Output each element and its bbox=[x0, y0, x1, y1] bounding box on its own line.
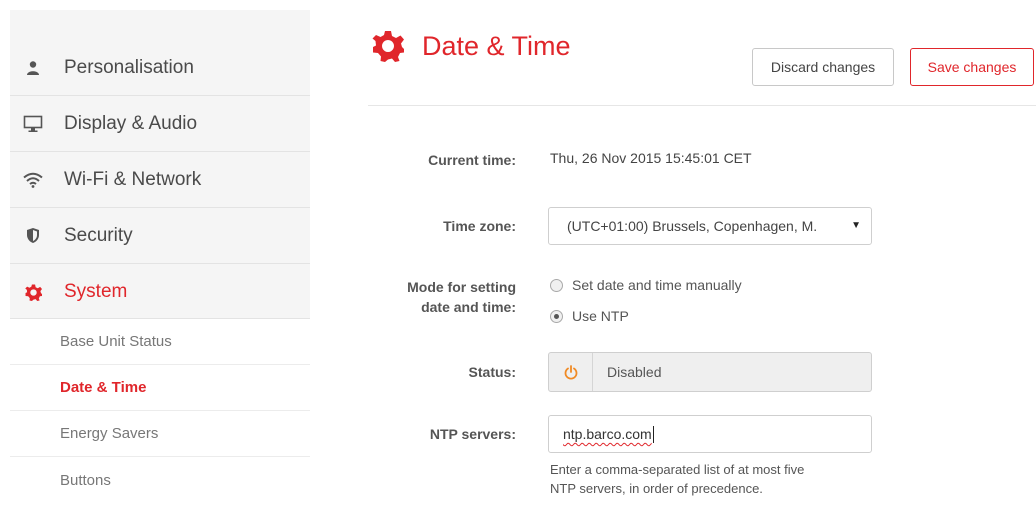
submenu-item-label: Date & Time bbox=[60, 379, 147, 396]
ntp-servers-input[interactable]: ntp.barco.com bbox=[548, 415, 872, 453]
status-value: Disabled bbox=[607, 364, 662, 380]
mode-label-line-1: Mode for setting bbox=[407, 279, 516, 295]
monitor-icon bbox=[22, 113, 44, 135]
time-zone-select[interactable]: (UTC+01:00) Brussels, Copenhagen, M. ▼ bbox=[548, 207, 872, 245]
sidebar-item-personalisation[interactable]: Personalisation bbox=[10, 40, 310, 96]
text-caret bbox=[652, 425, 654, 443]
status-label: Status: bbox=[468, 364, 516, 380]
person-icon bbox=[22, 57, 44, 79]
submenu-item-label: Energy Savers bbox=[60, 425, 159, 442]
submenu-item-date-time[interactable]: Date & Time bbox=[10, 365, 310, 411]
ntp-servers-label: NTP servers: bbox=[429, 426, 516, 442]
submenu-item-label: Buttons bbox=[60, 471, 111, 489]
sidebar-item-label: Personalisation bbox=[64, 56, 194, 78]
radio-manual[interactable]: Set date and time manually bbox=[550, 277, 742, 293]
save-changes-button[interactable]: Save changes bbox=[910, 48, 1034, 86]
shield-icon bbox=[22, 225, 44, 247]
sidebar: Personalisation Display & Audio Wi-Fi & … bbox=[10, 10, 310, 506]
system-submenu: Base Unit Status Date & Time Energy Save… bbox=[10, 318, 310, 506]
sidebar-item-label: Display & Audio bbox=[64, 112, 198, 134]
gear-icon bbox=[372, 31, 404, 62]
submenu-item-energy-savers[interactable]: Energy Savers bbox=[10, 411, 310, 457]
power-icon bbox=[549, 353, 593, 391]
time-zone-value: (UTC+01:00) Brussels, Copenhagen, M. bbox=[567, 218, 818, 234]
radio-use-ntp[interactable]: Use NTP bbox=[550, 308, 629, 324]
submenu-item-label: Base Unit Status bbox=[60, 333, 172, 350]
sidebar-item-display-audio[interactable]: Display & Audio bbox=[10, 96, 310, 152]
page-title-text: Date & Time bbox=[422, 30, 571, 61]
current-time-label: Current time: bbox=[428, 152, 516, 168]
sidebar-item-label: Wi-Fi & Network bbox=[64, 168, 202, 190]
sidebar-item-wifi-network[interactable]: Wi-Fi & Network bbox=[10, 152, 310, 208]
radio-label: Use NTP bbox=[572, 308, 629, 324]
radio-label: Set date and time manually bbox=[572, 277, 742, 293]
submenu-item-base-unit-status[interactable]: Base Unit Status bbox=[10, 319, 310, 365]
sidebar-item-system[interactable]: System bbox=[10, 264, 310, 320]
submenu-item-buttons[interactable]: Buttons bbox=[10, 457, 310, 503]
time-zone-label: Time zone: bbox=[443, 218, 516, 234]
current-time-value: Thu, 26 Nov 2015 15:45:01 CET bbox=[550, 150, 752, 166]
sidebar-item-security[interactable]: Security bbox=[10, 208, 310, 264]
radio-button[interactable] bbox=[550, 278, 563, 292]
status-field: Disabled bbox=[548, 352, 872, 392]
page-title: Date & Time bbox=[372, 30, 571, 62]
wifi-icon bbox=[22, 169, 44, 191]
mode-label-line-2: date and time: bbox=[421, 299, 516, 315]
ntp-help-text: Enter a comma-separated list of at most … bbox=[550, 460, 880, 498]
sidebar-item-label: System bbox=[64, 281, 128, 302]
sidebar-item-label: Security bbox=[64, 224, 133, 246]
gear-icon bbox=[22, 281, 44, 303]
dropdown-arrow-icon: ▼ bbox=[851, 220, 861, 231]
ntp-help-line-1: Enter a comma-separated list of at most … bbox=[550, 462, 805, 477]
radio-button-checked[interactable] bbox=[550, 309, 563, 323]
header-divider bbox=[368, 105, 1036, 106]
ntp-servers-value: ntp.barco.com bbox=[563, 426, 652, 442]
discard-changes-button[interactable]: Discard changes bbox=[752, 48, 894, 86]
ntp-help-line-2: NTP servers, in order of precedence. bbox=[550, 481, 763, 496]
